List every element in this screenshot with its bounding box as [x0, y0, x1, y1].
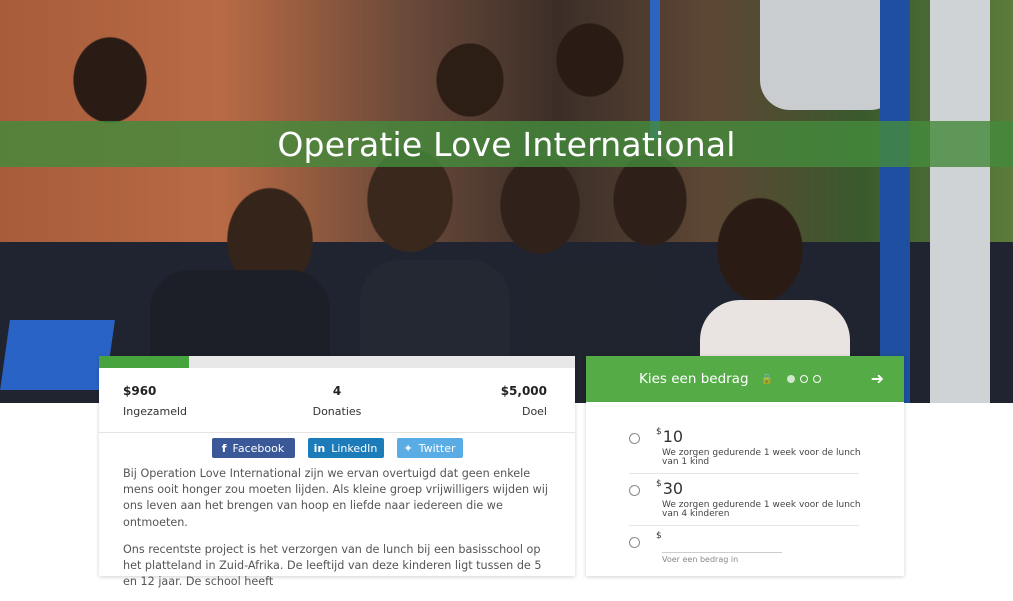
- divider: [629, 473, 859, 474]
- step-dot: [799, 375, 808, 383]
- pillar-shape: [930, 0, 990, 403]
- linkedin-share-button[interactable]: in LinkedIn: [307, 438, 384, 458]
- twitter-share-button[interactable]: ✦ Twitter: [396, 438, 463, 458]
- lock-icon: 🔒: [760, 373, 773, 385]
- stat-value: $5,000: [500, 384, 547, 398]
- progress-fill: [99, 356, 190, 368]
- step-dot: [786, 375, 795, 383]
- linkedin-label: LinkedIn: [331, 441, 378, 455]
- amount-radio[interactable]: [629, 485, 640, 496]
- description-paragraph: Bij Operation Love International zijn we…: [123, 467, 549, 529]
- donation-title: Kies een bedrag: [639, 371, 749, 387]
- next-arrow-icon[interactable]: ➜: [871, 369, 884, 388]
- donation-header: Kies een bedrag 🔒 ➜: [586, 356, 904, 402]
- amount-description: We zorgen gedurende 1 week voor de lunch…: [662, 500, 861, 519]
- amount-description: We zorgen gedurende 1 week voor de lunch…: [662, 448, 861, 467]
- amount-value: $30: [656, 479, 684, 498]
- pillar-shape: [650, 0, 660, 140]
- tray-shape: [0, 320, 115, 390]
- divider: [629, 525, 859, 526]
- campaign-card: $960 Ingezameld 4 Donaties $5,000 Doel f…: [99, 356, 575, 588]
- campaign-description: Bij Operation Love International zijn we…: [123, 466, 553, 601]
- facebook-share-button[interactable]: f Facebook: [211, 438, 295, 458]
- step-indicator: [786, 375, 821, 383]
- share-buttons: f Facebook in LinkedIn ✦ Twitter: [99, 438, 575, 458]
- amount-value: $10: [656, 427, 684, 446]
- amount-radio[interactable]: [629, 537, 640, 548]
- donation-card: Kies een bedrag 🔒 ➜ $10 We zorgen gedure…: [586, 356, 904, 576]
- linkedin-icon: in: [313, 441, 326, 455]
- page-title: Operatie Love International: [277, 124, 736, 164]
- step-dot: [812, 375, 821, 383]
- hero-photo: Operatie Love International: [0, 0, 1013, 403]
- progress-bar: [99, 356, 575, 368]
- stats-row: $960 Ingezameld 4 Donaties $5,000 Doel: [99, 378, 575, 433]
- description-paragraph: Ons recentste project is het verzorgen v…: [123, 542, 542, 589]
- pillar-shape: [880, 0, 910, 403]
- custom-amount-input[interactable]: [662, 552, 782, 553]
- amount-radio[interactable]: [629, 433, 640, 444]
- custom-currency: $: [656, 531, 662, 541]
- twitter-label: Twitter: [418, 441, 456, 455]
- twitter-icon: ✦: [403, 441, 413, 455]
- title-band: Operatie Love International: [0, 121, 1013, 167]
- bucket-shape: [760, 0, 900, 110]
- facebook-label: Facebook: [232, 441, 285, 455]
- stat-goal: $5,000 Doel: [501, 384, 547, 418]
- stat-label: Doel: [521, 405, 547, 418]
- facebook-icon: f: [221, 441, 227, 455]
